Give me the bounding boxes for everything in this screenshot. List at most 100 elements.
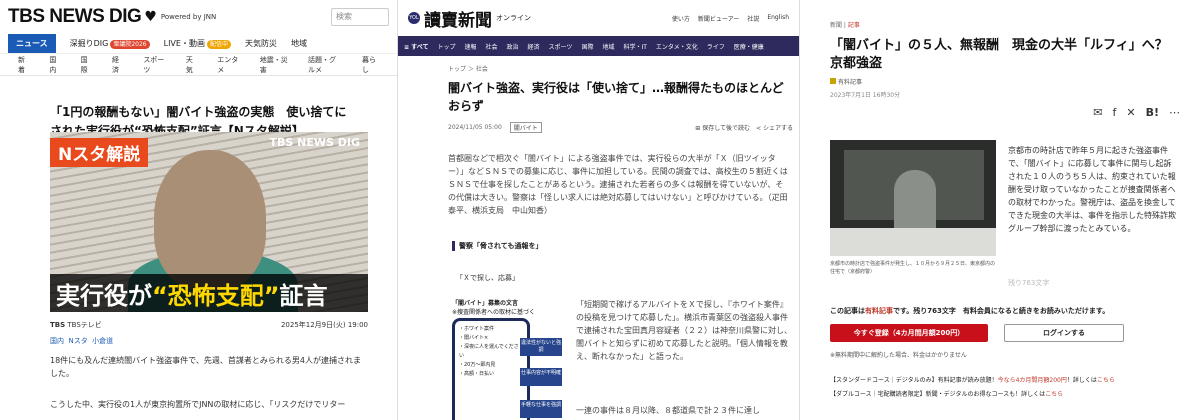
course-text: 【スタンダードコース｜デジタルのみ】有料記事が読み放題！ (830, 377, 998, 384)
tbs-logo-mark-icon: ♥ (144, 9, 157, 25)
tab-weather[interactable]: 天気防災 (245, 38, 277, 49)
article-hero-image[interactable]: Nスタ解説 TBS NEWS DIG 実行役が “恐怖支配” 証言 (50, 132, 368, 312)
search-input[interactable]: 検索 (331, 8, 389, 26)
hatena-icon[interactable]: B! (1146, 106, 1159, 119)
section-heading: 警察「脅されても通報を」 (452, 241, 542, 251)
course-link[interactable]: こちら (1045, 391, 1063, 398)
figure-title: 「闇バイト」募集の文言 (452, 300, 519, 307)
yomiuri-online-label: オンライン (496, 14, 531, 22)
subnav-item[interactable]: スポーツ (143, 55, 166, 75)
course-standard: 【スタンダードコース｜デジタルのみ】有料記事が読み放題！今なら4カ月間月額200… (830, 374, 1180, 388)
nav-item[interactable]: 政治 (507, 42, 519, 51)
article-lead: 首都圏などで相次ぐ「闇バイト」による強盗事件では、実行役らの大半が「Ｘ（旧ツイッ… (448, 154, 788, 215)
save-later-button[interactable]: ⊞ 保存して後で読む (695, 123, 750, 132)
tbs-sub-nav: 新着 国内 国際 経済 スポーツ 天気 エンタメ 地震・災害 話題・グルメ 暮ら… (0, 54, 397, 76)
article-source[interactable]: TBS TBSテレビ (50, 320, 102, 330)
course-double: 【ダブルコース｜宅配購読者限定】新聞・デジタルのお得なコースも！詳しくはこちら (830, 388, 1180, 402)
subsection-heading: 「Ｘで探し、応募」 (456, 274, 519, 282)
subnav-item[interactable]: 国際 (81, 55, 92, 75)
nav-item[interactable]: 経済 (528, 42, 540, 51)
nav-item[interactable]: ライフ (707, 42, 725, 51)
course-link[interactable]: こちら (1097, 377, 1115, 384)
subnav-item[interactable]: 新着 (18, 55, 29, 75)
breadcrumb[interactable]: 新聞 | 記事 (800, 0, 1200, 29)
subnav-item[interactable]: 話題・グルメ (308, 55, 342, 75)
register-button[interactable]: 今すぐ登録（4カ月間月額200円） (830, 324, 988, 342)
subnav-item[interactable]: 経済 (112, 55, 123, 75)
article-date: 2023年7月1日 16時30分 (830, 92, 901, 99)
save-label: 保存して後で読む (702, 125, 751, 132)
yomiuri-logo[interactable]: 讀賣新聞 (424, 6, 492, 31)
subnav-item[interactable]: 天気 (186, 55, 197, 75)
mail-icon[interactable]: ✉ (1093, 106, 1102, 119)
article-photo[interactable] (830, 140, 996, 256)
course-list: 【スタンダードコース｜デジタルのみ】有料記事が読み放題！今なら4カ月間月額200… (830, 374, 1180, 402)
share-icons: ✉ f ✕ B! ⋯ (1093, 106, 1180, 119)
tag-link[interactable]: 小倉道 (92, 337, 113, 345)
article-date: 2024/11/05 05:00 (448, 124, 502, 131)
tab-news[interactable]: ニュース (8, 34, 56, 53)
article-actions: ⊞ 保存して後で読む ≺ シェアする (695, 123, 793, 132)
paywall-buttons: 今すぐ登録（4カ月間月額200円） ログインする (830, 324, 1124, 342)
yomiuri-panel: YOL 讀賣新聞 オンライン 使い方 新聞ビューアー 社説 English ≡ … (398, 0, 800, 420)
nav-item[interactable]: 医療・健康 (734, 42, 764, 51)
live-badge: 配信中 (206, 40, 231, 49)
article-body: 京都市の時計店で昨年５月に起きた強盗事件で、「闇バイト」に応募して事件に関与し起… (1008, 146, 1176, 233)
header-link[interactable]: English (767, 14, 789, 23)
photo-foreground (830, 228, 996, 256)
article-title: 闇バイト強盗、実行役は「使い捨て」…報酬得たものほとんどおらず (448, 81, 784, 113)
tab-badge: 衆議院2026 (110, 40, 150, 49)
nav-item[interactable]: 科学・IT (623, 42, 646, 51)
figure-item: ・ホワイト案件 (459, 326, 495, 332)
tab-label: LIVE・動画 (163, 39, 205, 48)
subnav-item[interactable]: 地震・災害 (260, 55, 288, 75)
article-tags: 国内 Nスタ 小倉道 (50, 336, 368, 346)
nav-item[interactable]: ≡ すべて (404, 42, 428, 51)
subnav-item[interactable]: 国内 (49, 55, 60, 75)
tab-label: 深掘りDIG (69, 39, 109, 48)
tbs-news-panel: TBS NEWS DIG ♥ Powered by JNN 検索 ニュース 深掘… (0, 0, 398, 420)
nav-item[interactable]: エンタメ・文化 (656, 42, 698, 51)
caption-pre: 実行役が (56, 281, 152, 310)
recruitment-figure[interactable]: 「闇バイト」募集の文言 ※捜査関係者への取材に基づく ・ホワイト案件 ・闇バイト… (452, 298, 562, 420)
subnav-item[interactable]: 暮らし (362, 55, 379, 75)
nav-item[interactable]: 社会 (486, 42, 498, 51)
course-text: ！詳しくは (1066, 377, 1097, 384)
tab-fukabori[interactable]: 深掘りDIG 衆議院2026 (70, 38, 150, 49)
nav-item[interactable]: 速報 (464, 42, 476, 51)
article-body: 18件にも及んだ連続闇バイト強盗事件で、先週、首謀者とみられる男4人が逮捕されま… (50, 356, 361, 378)
header-link[interactable]: 使い方 (672, 14, 690, 23)
figure-bubble: 仕事内容が不明確 (520, 368, 562, 386)
header-links: 使い方 新聞ビューアー 社説 English (672, 14, 789, 23)
yomiuri-logo-icon: YOL (408, 12, 420, 24)
paid-label: 有料記事 (838, 79, 863, 86)
tag-link[interactable]: 国内 (50, 337, 64, 345)
tab-live[interactable]: LIVE・動画 配信中 (164, 38, 231, 49)
nav-item[interactable]: スポーツ (549, 42, 573, 51)
tab-region[interactable]: 地域 (291, 38, 307, 49)
tag-link[interactable]: Nスタ (68, 337, 87, 345)
login-button[interactable]: ログインする (1004, 324, 1124, 342)
nav-item[interactable]: 国際 (581, 42, 593, 51)
x-icon[interactable]: ✕ (1126, 106, 1135, 119)
header-link[interactable]: 新聞ビューアー (698, 14, 739, 23)
facebook-icon[interactable]: f (1113, 106, 1117, 119)
article-body: 一連の事件は８月以降、８都道県で計２３件に達し (576, 406, 760, 415)
article-title: 「闇バイト」の５人、無報酬 現金の大半「ルフィ」へ？京都強盗 (830, 38, 1168, 71)
subnav-item[interactable]: エンタメ (217, 55, 240, 75)
nsta-badge: Nスタ解説 (50, 138, 149, 167)
paywall-pre: この記事は (830, 307, 865, 315)
share-button[interactable]: ≺ シェアする (756, 123, 793, 132)
course-price: 今なら4カ月間月額200円 (997, 377, 1067, 384)
topic-tag[interactable]: 闇バイト (509, 122, 542, 133)
breadcrumb[interactable]: トップ ＞ 社会 (398, 56, 799, 73)
header-link[interactable]: 社説 (747, 14, 759, 23)
paid-badge: 有料記事 (830, 77, 1200, 86)
more-icon[interactable]: ⋯ (1169, 106, 1180, 119)
article-body: こうした中、実行役の1人が東京拘置所でJNNの取材に応じ、「リスクだけでリター (50, 400, 346, 409)
image-figure-face (154, 150, 266, 290)
nav-item[interactable]: 地域 (602, 42, 614, 51)
tbs-logo[interactable]: TBS NEWS DIG (8, 6, 142, 28)
figure-item: ・高額・日払い (459, 371, 495, 377)
nav-item[interactable]: トップ (437, 42, 455, 51)
